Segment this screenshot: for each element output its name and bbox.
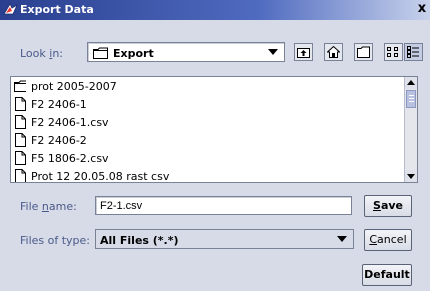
scroll-down-icon[interactable] [405,170,417,182]
look-in-label: Look in: [20,47,64,60]
file-name: F2 2406-1 [31,98,87,111]
file-name: F2 2406-2 [31,134,87,147]
files-of-type-label: Files of type: [20,234,91,247]
home-icon [327,46,340,58]
up-one-level-icon [297,48,310,58]
close-icon[interactable]: x [416,2,428,15]
folder-icon [93,47,108,59]
file-name-input[interactable] [95,196,352,215]
file-name: prot 2005-2007 [31,80,117,93]
chevron-down-icon[interactable] [337,236,347,242]
file-icon [15,97,26,111]
file-list-item[interactable]: F2 2406-2 [11,131,404,149]
app-icon [3,3,18,15]
scroll-up-icon[interactable] [405,77,417,89]
file-icon [15,169,26,182]
scrollbar-thumb[interactable] [406,90,416,108]
vertical-scrollbar[interactable] [404,77,417,182]
file-name-label: File name: [20,200,77,213]
files-of-type-combo[interactable]: All Files (*.*) [95,229,354,249]
file-name: F2 2406-1.csv [31,116,109,129]
save-button[interactable]: Save [364,195,412,217]
file-list-item[interactable]: F2 2406-1 [11,95,404,113]
folder-icon [14,80,26,92]
file-name: Prot 12 20.05.08 rast csv [31,170,170,183]
title-bar: Export Data x [0,0,430,20]
file-list[interactable]: prot 2005-2007 F2 2406-1 F2 2406-1.csv F2 2… [10,76,418,183]
default-button[interactable]: Default [362,264,412,286]
file-icon [15,151,26,165]
file-name: F5 1806-2.csv [31,152,109,165]
cancel-button[interactable]: Cancel [364,229,412,251]
list-view-icon [387,47,398,57]
home-button[interactable] [324,43,343,61]
window-title: Export Data [20,3,94,16]
look-in-value: Export [113,47,154,60]
new-folder-icon [357,46,370,58]
list-view-button[interactable] [384,43,403,61]
file-icon [15,115,26,129]
file-list-item[interactable]: F5 1806-2.csv [11,149,404,167]
chevron-down-icon[interactable] [268,49,278,55]
file-list-rows: prot 2005-2007 F2 2406-1 F2 2406-1.csv F2 2… [11,77,404,183]
files-of-type-value: All Files (*.*) [100,234,179,247]
file-list-item[interactable]: prot 2005-2007 [11,77,404,95]
look-in-combo[interactable]: Export [87,42,285,62]
file-list-item[interactable]: F2 2406-1.csv [11,113,404,131]
details-view-icon [407,46,419,58]
up-one-level-button[interactable] [294,43,313,61]
file-icon [15,133,26,147]
new-folder-button[interactable] [354,43,373,61]
details-view-button[interactable] [404,43,423,61]
file-list-item[interactable]: Prot 12 20.05.08 rast csv [11,167,404,183]
